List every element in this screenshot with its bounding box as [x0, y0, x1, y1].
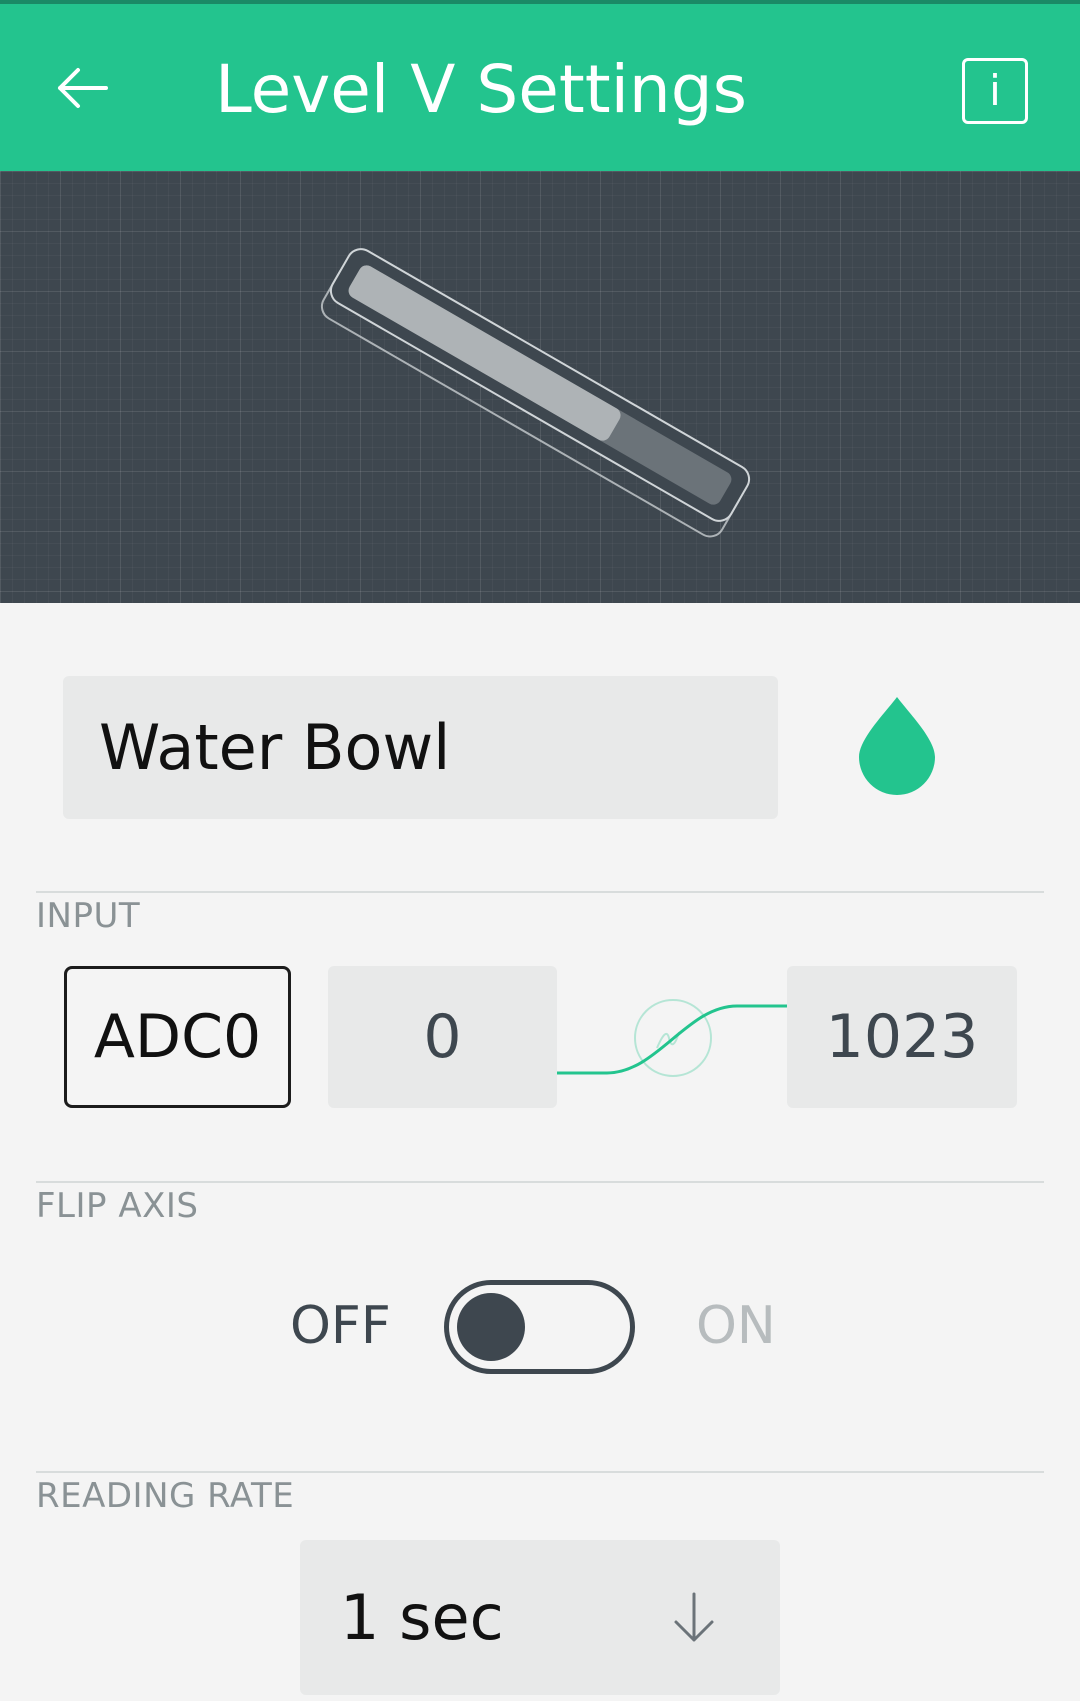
arrow-down-icon [674, 1592, 714, 1642]
flip-axis-section-label: FLIP AXIS [36, 1186, 199, 1226]
input-max-field[interactable]: 1023 [787, 966, 1017, 1108]
arrow-left-icon [58, 68, 108, 108]
divider [36, 1471, 1044, 1473]
divider [36, 1181, 1044, 1183]
info-button[interactable]: i [962, 58, 1028, 124]
flip-axis-toggle[interactable] [444, 1280, 635, 1374]
toggle-on-label: ON [696, 1296, 776, 1356]
reading-rate-value: 1 sec [340, 1581, 504, 1654]
app-bar: Level V Settings i [0, 0, 1080, 171]
widget-name-input[interactable]: Water Bowl [63, 676, 778, 819]
water-drop-icon [859, 697, 935, 795]
input-min-field[interactable]: 0 [328, 966, 557, 1108]
input-section-label: INPUT [36, 896, 141, 936]
page-title: Level V Settings [215, 51, 748, 128]
back-button[interactable] [52, 58, 112, 118]
toggle-knob [457, 1293, 525, 1361]
vertical-level-widget-illustration [320, 248, 751, 538]
widget-preview [0, 171, 1080, 603]
reading-rate-dropdown[interactable]: 1 sec [300, 1540, 780, 1695]
mapping-curve-icon [557, 999, 787, 1077]
color-picker-button[interactable] [857, 695, 937, 797]
divider [36, 891, 1044, 893]
toggle-off-label: OFF [290, 1296, 391, 1356]
pin-select-button[interactable]: ADC0 [64, 966, 291, 1108]
info-icon: i [989, 66, 1001, 115]
reading-rate-section-label: READING RATE [36, 1476, 295, 1516]
